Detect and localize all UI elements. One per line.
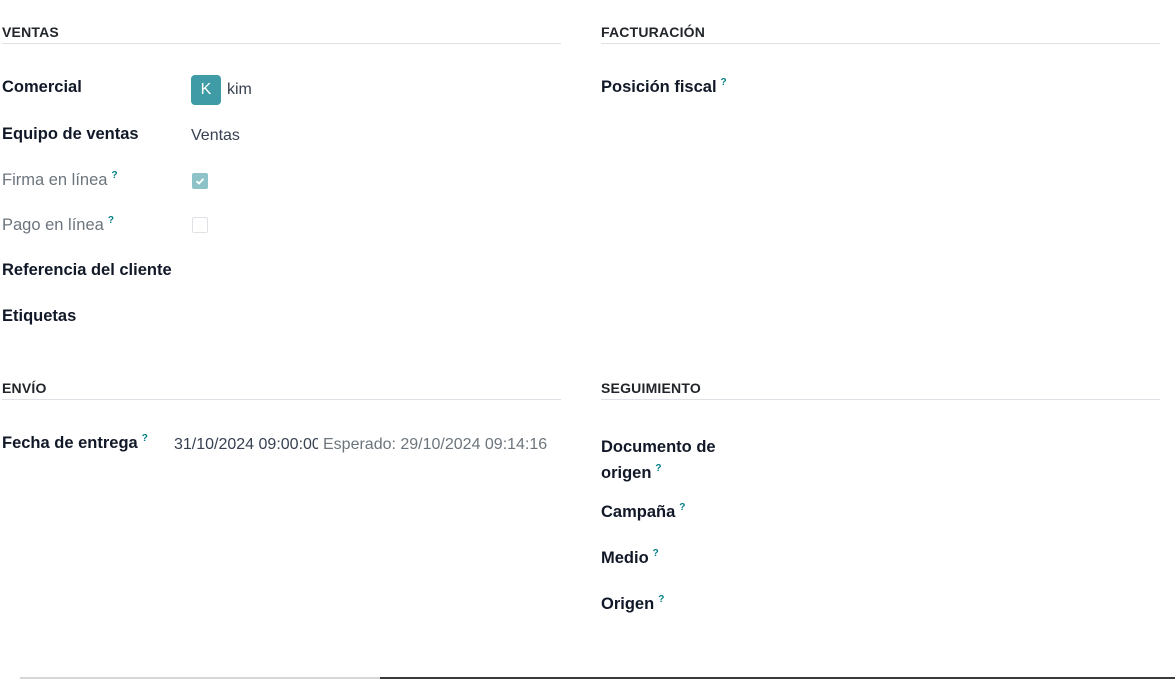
ventas-section: VENTAS (2, 24, 561, 44)
facturacion-section: FACTURACIÓN (601, 24, 1160, 44)
help-icon[interactable]: ? (142, 433, 148, 444)
help-icon[interactable]: ? (721, 77, 727, 88)
seguimiento-section-title: SEGUIMIENTO (601, 380, 1160, 400)
campana-text: Campaña (601, 503, 676, 521)
documento-origen-text-line1: Documento de (601, 438, 716, 456)
comercial-label: Comercial (2, 78, 82, 96)
comercial-value[interactable]: kim (227, 81, 252, 99)
ventas-section-title: VENTAS (2, 24, 561, 44)
firma-en-linea-text: Firma en línea (2, 171, 108, 189)
documento-origen-label: Documento de origen? (601, 434, 716, 489)
origen-text: Origen (601, 595, 655, 613)
medio-text: Medio (601, 549, 649, 567)
firma-en-linea-checkbox[interactable] (192, 173, 208, 189)
fecha-entrega-input[interactable]: 31/10/2024 09:00:00 (174, 436, 318, 454)
documento-origen-text-line2-row: origen? (601, 460, 716, 489)
checkmark-icon (195, 178, 205, 185)
fecha-esperada-text: Esperado: 29/10/2024 09:14:16 (323, 436, 548, 453)
posicion-fiscal-label: Posición fiscal? (601, 77, 727, 97)
origen-label: Origen? (601, 594, 664, 614)
help-icon[interactable]: ? (658, 594, 664, 605)
pago-en-linea-checkbox[interactable] (192, 217, 208, 233)
avatar[interactable]: K (191, 75, 221, 105)
help-icon[interactable]: ? (655, 463, 661, 474)
etiquetas-label: Etiquetas (2, 307, 77, 325)
equipo-ventas-label: Equipo de ventas (2, 125, 139, 143)
seguimiento-section: SEGUIMIENTO (601, 380, 1160, 400)
help-icon[interactable]: ? (653, 548, 659, 559)
posicion-fiscal-text: Posición fiscal (601, 78, 717, 96)
help-icon[interactable]: ? (111, 170, 117, 181)
pago-en-linea-label: Pago en línea? (2, 215, 114, 235)
help-icon[interactable]: ? (679, 502, 685, 513)
fecha-entrega-text: Fecha de entrega (2, 434, 138, 452)
help-icon[interactable]: ? (108, 215, 114, 226)
equipo-ventas-value[interactable]: Ventas (191, 127, 240, 145)
firma-en-linea-label: Firma en línea? (2, 170, 118, 190)
envio-section-title: ENVÍO (2, 380, 561, 400)
documento-origen-text-line2: origen (601, 464, 652, 482)
campana-label: Campaña? (601, 502, 685, 522)
pago-en-linea-text: Pago en línea (2, 216, 104, 234)
medio-label: Medio? (601, 548, 659, 568)
referencia-cliente-label: Referencia del cliente (2, 261, 172, 279)
facturacion-section-title: FACTURACIÓN (601, 24, 1160, 44)
envio-section: ENVÍO (2, 380, 561, 400)
fecha-entrega-label: Fecha de entrega? (2, 433, 148, 453)
